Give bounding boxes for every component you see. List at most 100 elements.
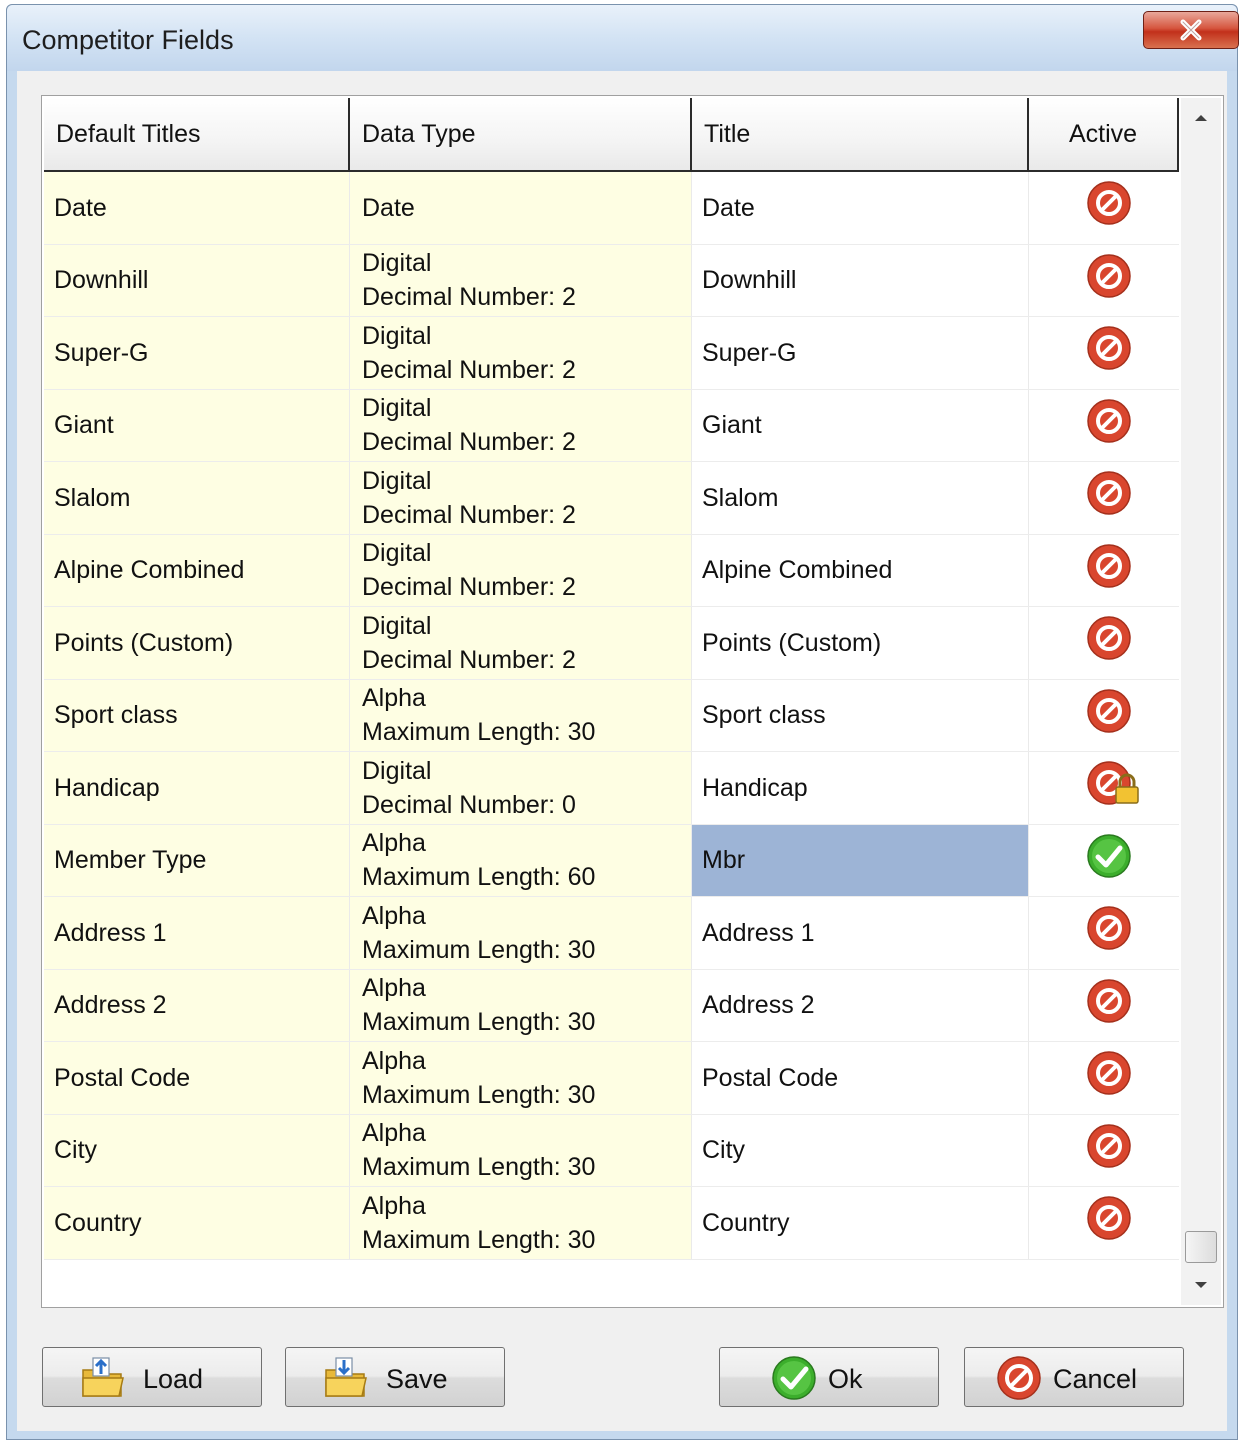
table-row[interactable]: Address 1 Alpha Maximum Length: 30 Address … [44, 897, 1179, 970]
title-cell[interactable]: Points (Custom) [692, 607, 1029, 679]
title-cell[interactable]: Giant [692, 389, 1029, 461]
inactive-icon[interactable] [1086, 253, 1132, 308]
close-button[interactable] [1143, 11, 1239, 49]
inactive-locked-icon[interactable] [1086, 760, 1142, 815]
cancel-button[interactable]: Cancel [964, 1347, 1184, 1407]
data-type-detail: Decimal Number: 2 [362, 573, 576, 602]
table-row[interactable]: Giant Digital Decimal Number: 2 Giant [44, 389, 1179, 462]
scroll-down-button[interactable] [1181, 1265, 1221, 1305]
title-cell[interactable]: Sport class [692, 679, 1029, 751]
data-type-cell: Digital Decimal Number: 2 [350, 607, 692, 679]
column-header-default-titles[interactable]: Default Titles [44, 98, 350, 170]
data-type-name: Alpha [362, 974, 426, 1003]
column-header-title[interactable]: Title [692, 98, 1029, 170]
active-cell[interactable] [1029, 1042, 1179, 1114]
data-type-cell: Alpha Maximum Length: 60 [350, 824, 692, 896]
table-row[interactable]: Points (Custom) Digital Decimal Number: 2 P… [44, 607, 1179, 680]
inactive-icon[interactable] [1086, 180, 1132, 235]
title-cell[interactable]: Super-G [692, 317, 1029, 389]
table-row[interactable]: Member Type Alpha Maximum Length: 60 Mbr [44, 824, 1179, 897]
table-row[interactable]: Alpine Combined Digital Decimal Number: 2 A… [44, 534, 1179, 607]
active-cell[interactable] [1029, 969, 1179, 1041]
scroll-up-button[interactable] [1181, 98, 1221, 138]
column-header-data-type[interactable]: Data Type [350, 98, 692, 170]
column-header-active[interactable]: Active [1029, 98, 1179, 170]
active-cell[interactable] [1029, 244, 1179, 316]
default-title-cell: Postal Code [44, 1042, 350, 1114]
table-row[interactable]: Downhill Digital Decimal Number: 2 Downhill [44, 244, 1179, 317]
table-row[interactable]: Handicap Digital Decimal Number: 0 Handicap [44, 752, 1179, 825]
title-bar[interactable]: Competitor Fields [7, 5, 1239, 71]
save-button[interactable]: Save [285, 1347, 505, 1407]
title-cell[interactable]: Address 1 [692, 897, 1029, 969]
title-cell[interactable]: Alpine Combined [692, 534, 1029, 606]
inactive-icon[interactable] [1086, 978, 1132, 1033]
load-button[interactable]: Load [42, 1347, 262, 1407]
ok-button[interactable]: Ok [719, 1347, 939, 1407]
active-cell[interactable] [1029, 317, 1179, 389]
folder-load-icon [79, 1354, 127, 1409]
active-cell[interactable] [1029, 534, 1179, 606]
active-cell[interactable] [1029, 607, 1179, 679]
active-cell[interactable] [1029, 172, 1179, 244]
table-row[interactable]: Slalom Digital Decimal Number: 2 Slalom [44, 462, 1179, 535]
data-type-name: Digital [362, 249, 432, 278]
data-type-detail: Maximum Length: 30 [362, 1153, 596, 1182]
data-type-cell: Alpha Maximum Length: 30 [350, 897, 692, 969]
title-cell[interactable]: Country [692, 1187, 1029, 1259]
inactive-icon[interactable] [1086, 543, 1132, 598]
title-cell[interactable]: Downhill [692, 244, 1029, 316]
active-cell[interactable] [1029, 897, 1179, 969]
active-cell[interactable] [1029, 1114, 1179, 1186]
vertical-scrollbar[interactable] [1181, 98, 1221, 1305]
table-row[interactable]: Country Alpha Maximum Length: 30 Country [44, 1187, 1179, 1260]
title-cell[interactable]: Address 2 [692, 969, 1029, 1041]
default-title-cell: Downhill [44, 244, 350, 316]
inactive-icon[interactable] [1086, 398, 1132, 453]
inactive-icon[interactable] [1086, 688, 1132, 743]
table-row[interactable]: Date Date Date [44, 172, 1179, 245]
active-cell[interactable] [1029, 679, 1179, 751]
data-type-cell: Digital Decimal Number: 2 [350, 462, 692, 534]
table-row[interactable]: Super-G Digital Decimal Number: 2 Super-G [44, 317, 1179, 390]
inactive-icon[interactable] [1086, 325, 1132, 380]
title-cell[interactable]: City [692, 1114, 1029, 1186]
title-cell[interactable]: Handicap [692, 752, 1029, 824]
inactive-icon[interactable] [1086, 905, 1132, 960]
active-cell[interactable] [1029, 389, 1179, 461]
active-cell[interactable] [1029, 1187, 1179, 1259]
cancel-icon [995, 1354, 1043, 1409]
data-type-name: Digital [362, 611, 432, 640]
title-cell[interactable]: Mbr [692, 824, 1029, 896]
folder-save-icon [322, 1354, 370, 1409]
scrollbar-thumb[interactable] [1185, 1231, 1217, 1263]
active-check-icon[interactable] [1086, 833, 1132, 888]
fields-grid[interactable]: Default Titles Data Type Title Active Da… [41, 95, 1224, 1308]
data-type-detail: Decimal Number: 0 [362, 790, 576, 819]
data-type-name: Alpha [362, 1119, 426, 1148]
window-title: Competitor Fields [22, 25, 234, 55]
close-icon [1180, 19, 1202, 41]
inactive-icon[interactable] [1086, 1123, 1132, 1178]
default-title-cell: Giant [44, 389, 350, 461]
active-cell[interactable] [1029, 824, 1179, 896]
active-cell[interactable] [1029, 462, 1179, 534]
ok-button-label: Ok [828, 1364, 863, 1394]
active-cell[interactable] [1029, 752, 1179, 824]
check-icon [770, 1354, 818, 1409]
table-row[interactable]: City Alpha Maximum Length: 30 City [44, 1114, 1179, 1187]
table-row[interactable]: Sport class Alpha Maximum Length: 30 Sport … [44, 679, 1179, 752]
inactive-icon[interactable] [1086, 1050, 1132, 1105]
title-cell[interactable]: Date [692, 172, 1029, 244]
data-type-cell: Digital Decimal Number: 2 [350, 244, 692, 316]
table-row[interactable]: Address 2 Alpha Maximum Length: 30 Address … [44, 969, 1179, 1042]
table-row[interactable]: Postal Code Alpha Maximum Length: 30 Postal… [44, 1042, 1179, 1115]
title-cell[interactable]: Slalom [692, 462, 1029, 534]
inactive-icon[interactable] [1086, 1195, 1132, 1250]
default-title-cell: Sport class [44, 679, 350, 751]
inactive-icon[interactable] [1086, 615, 1132, 670]
data-type-detail: Maximum Length: 60 [362, 863, 596, 892]
inactive-icon[interactable] [1086, 470, 1132, 525]
title-cell[interactable]: Postal Code [692, 1042, 1029, 1114]
data-type-name: Alpha [362, 1191, 426, 1220]
